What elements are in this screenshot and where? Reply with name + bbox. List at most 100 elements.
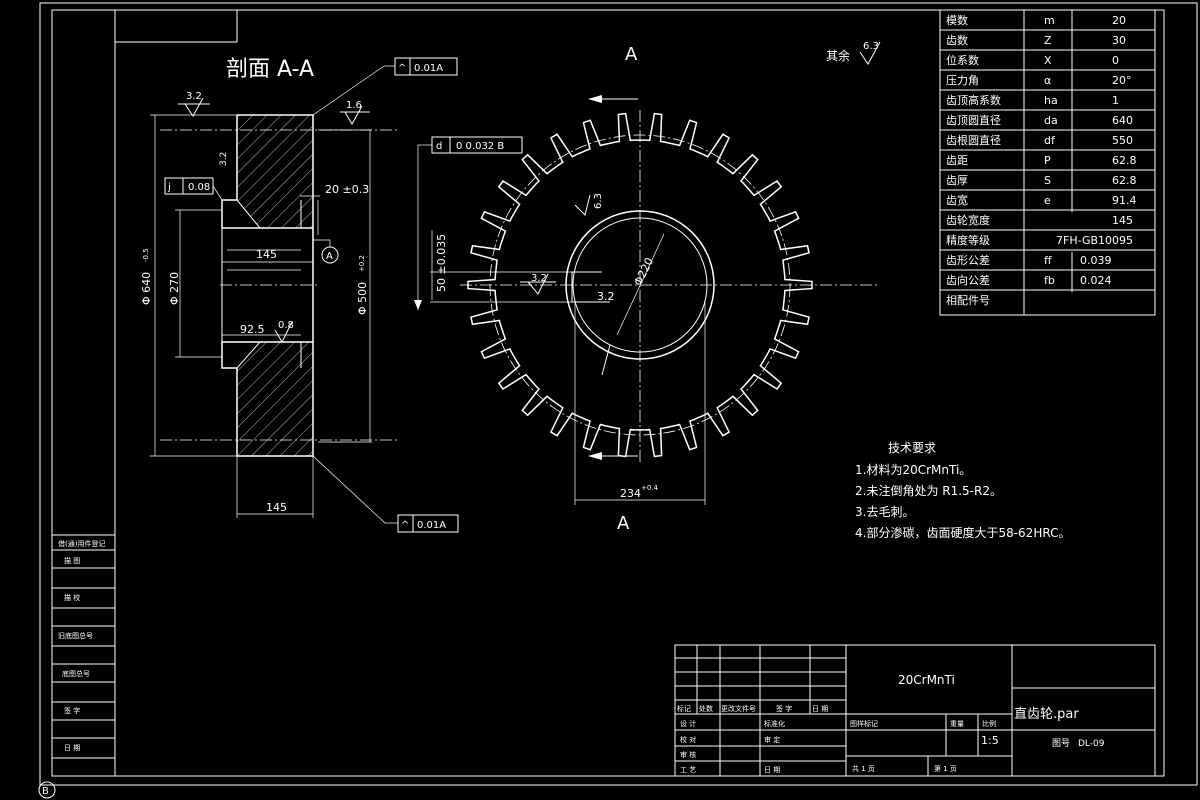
tech-req-item-4: 4.部分渗碳，齿面硬度大于58-62HRC。 — [855, 525, 1070, 540]
tb-weight: 重量 — [950, 720, 964, 728]
corner-mark: B — [42, 786, 49, 797]
tb-row-2: 审 核 — [680, 750, 696, 759]
roughness-3: 3.2 — [219, 152, 229, 166]
drawing-no: DL-09 — [1078, 739, 1105, 749]
dim-bottom-tol: +0.4 — [641, 484, 659, 492]
side-item-3: 旧底图总号 — [58, 631, 93, 640]
tb-standardize: 标准化 — [764, 719, 785, 728]
section-title: 剖面 A-A — [226, 57, 314, 82]
tech-req-item-3: 3.去毛刺。 — [855, 505, 914, 519]
param-symbol: ha — [1044, 94, 1058, 107]
param-name: 齿根圆直径 — [946, 133, 1001, 147]
param-value: 7FH-GB10095 — [1056, 234, 1133, 247]
title-block: 20CrMnTi 直齿轮.par 图号 DL-09 1:5 标记 处数 更改文件… — [674, 644, 1156, 777]
side-item-0: 借(通)用件登记 — [58, 539, 105, 548]
param-value: 0 — [1112, 54, 1119, 67]
hub-text: 3.2 — [597, 290, 615, 303]
dim-root: Φ 500 — [356, 282, 369, 315]
roughness-1: 3.2 — [186, 91, 202, 102]
param-name: 精度等级 — [946, 233, 990, 247]
tb-approve: 审 定 — [764, 735, 780, 744]
param-value: 0.039 — [1080, 254, 1112, 267]
radial-frame-symbol: d — [436, 141, 442, 152]
view-label-bottom: A — [617, 513, 630, 534]
tb-ratio: 比例 — [982, 719, 996, 728]
dim-od: Φ 640 — [140, 272, 153, 305]
param-symbol: e — [1044, 194, 1051, 207]
param-name: 模数 — [946, 14, 968, 27]
surface-other-value: 6.3 — [863, 41, 879, 52]
datum-a-label: A — [326, 251, 333, 262]
param-value: 640 — [1112, 114, 1133, 127]
param-value: 91.4 — [1112, 194, 1137, 207]
dim-key-depth: 50 ±0.035 — [435, 234, 448, 292]
tb-date: 日 期 — [764, 766, 780, 774]
param-symbol: α — [1044, 74, 1051, 87]
side-item-6: 日 期 — [64, 744, 80, 752]
param-name: 齿向公差 — [946, 273, 990, 287]
tb-sheets-total: 共 1 页 — [852, 764, 875, 773]
dim-bottom: 234 — [620, 487, 641, 500]
dim-od-tol: -0.5 — [142, 248, 150, 262]
dim-root-tol: +0.2 — [358, 255, 366, 272]
tb-header-4: 日 期 — [812, 705, 828, 713]
param-name: 齿距 — [946, 154, 968, 167]
param-symbol: df — [1044, 134, 1056, 147]
section-view: Φ 640 -0.5 Φ 270 Φ 500 +0.2 145 92.5 145… — [140, 57, 459, 533]
surface-other-label: 其余 — [826, 48, 850, 63]
roughness-2: 1.6 — [346, 100, 362, 111]
tb-header-3: 签 字 — [776, 704, 792, 713]
top-frame-value: 0.01A — [414, 63, 443, 74]
param-name: 压力角 — [946, 74, 979, 87]
bottom-frame-symbol: ^ — [401, 520, 409, 531]
radial-frame-value: 0 0.032 B — [456, 141, 504, 152]
dim-bore-width: 145 — [256, 248, 277, 261]
dim-hub-offset: 92.5 — [240, 323, 265, 336]
param-name: 齿轮宽度 — [946, 213, 990, 227]
tb-row-3: 工 艺 — [680, 766, 696, 774]
tb-header-0: 标记 — [677, 704, 691, 713]
param-value: 145 — [1112, 214, 1133, 227]
runout-value: 0.08 — [188, 182, 210, 193]
param-symbol: Z — [1044, 34, 1052, 47]
side-registration-block: 借(通)用件登记 描 图 描 校 旧底图总号 底图总号 签 字 日 期 — [51, 534, 116, 777]
view-label-top: A — [625, 44, 638, 65]
part-name: 直齿轮.par — [1014, 707, 1079, 722]
tb-header-1: 处数 — [699, 704, 713, 713]
param-value: 20 — [1112, 14, 1126, 27]
material: 20CrMnTi — [898, 673, 955, 687]
param-value: 1 — [1112, 94, 1119, 107]
tb-stage: 图样标记 — [850, 719, 878, 728]
side-item-2: 描 校 — [64, 593, 80, 602]
param-value: 62.8 — [1112, 174, 1137, 187]
dim-bore: Φ 270 — [168, 272, 181, 305]
side-item-5: 签 字 — [64, 706, 80, 715]
param-symbol: da — [1044, 114, 1058, 127]
tb-sheet-no: 第 1 页 — [934, 764, 957, 773]
side-item-1: 描 图 — [64, 556, 80, 565]
bottom-frame-value: 0.01A — [417, 520, 446, 531]
dim-keyway: 20 ±0.3 — [325, 183, 369, 196]
dim-overall-width: 145 — [266, 501, 287, 514]
param-value: 20° — [1112, 74, 1132, 87]
param-symbol: ff — [1044, 254, 1052, 267]
param-value: 550 — [1112, 134, 1133, 147]
tech-requirements: 技术要求 1.材料为20CrMnTi。 2.未注倒角处为 R1.5-R2。 3.… — [855, 441, 1070, 540]
scale: 1:5 — [981, 734, 999, 747]
tb-row-0: 设 计 — [680, 719, 696, 728]
tech-req-item-2: 2.未注倒角处为 R1.5-R2。 — [855, 483, 1002, 498]
gear-front-view: 50 ±0.035 Φ220 3.2 3.2 6.3 234 +0.4 d 0 … — [414, 110, 880, 505]
dim-bore-circle: Φ220 — [631, 256, 656, 288]
param-value: 30 — [1112, 34, 1126, 47]
param-value: 0.024 — [1080, 274, 1112, 287]
tech-req-title: 技术要求 — [888, 441, 936, 455]
tech-req-item-1: 1.材料为20CrMnTi。 — [855, 463, 971, 477]
gear-drawing-canvas: 借(通)用件登记 描 图 描 校 旧底图总号 底图总号 签 字 日 期 B 剖面… — [38, 2, 1198, 799]
param-symbol: S — [1044, 174, 1051, 187]
param-name: 相配件号 — [946, 294, 990, 307]
param-symbol: P — [1044, 154, 1051, 167]
param-name: 齿顶圆直径 — [946, 113, 1001, 127]
parameter-table: 模数 m 20 齿数 Z 30 位系数 X 0 压力角 α 20° 齿顶高系数 ha 1 齿顶圆直径 da 640… — [939, 9, 1156, 316]
top-frame-symbol: ^ — [398, 63, 406, 74]
param-value: 62.8 — [1112, 154, 1137, 167]
